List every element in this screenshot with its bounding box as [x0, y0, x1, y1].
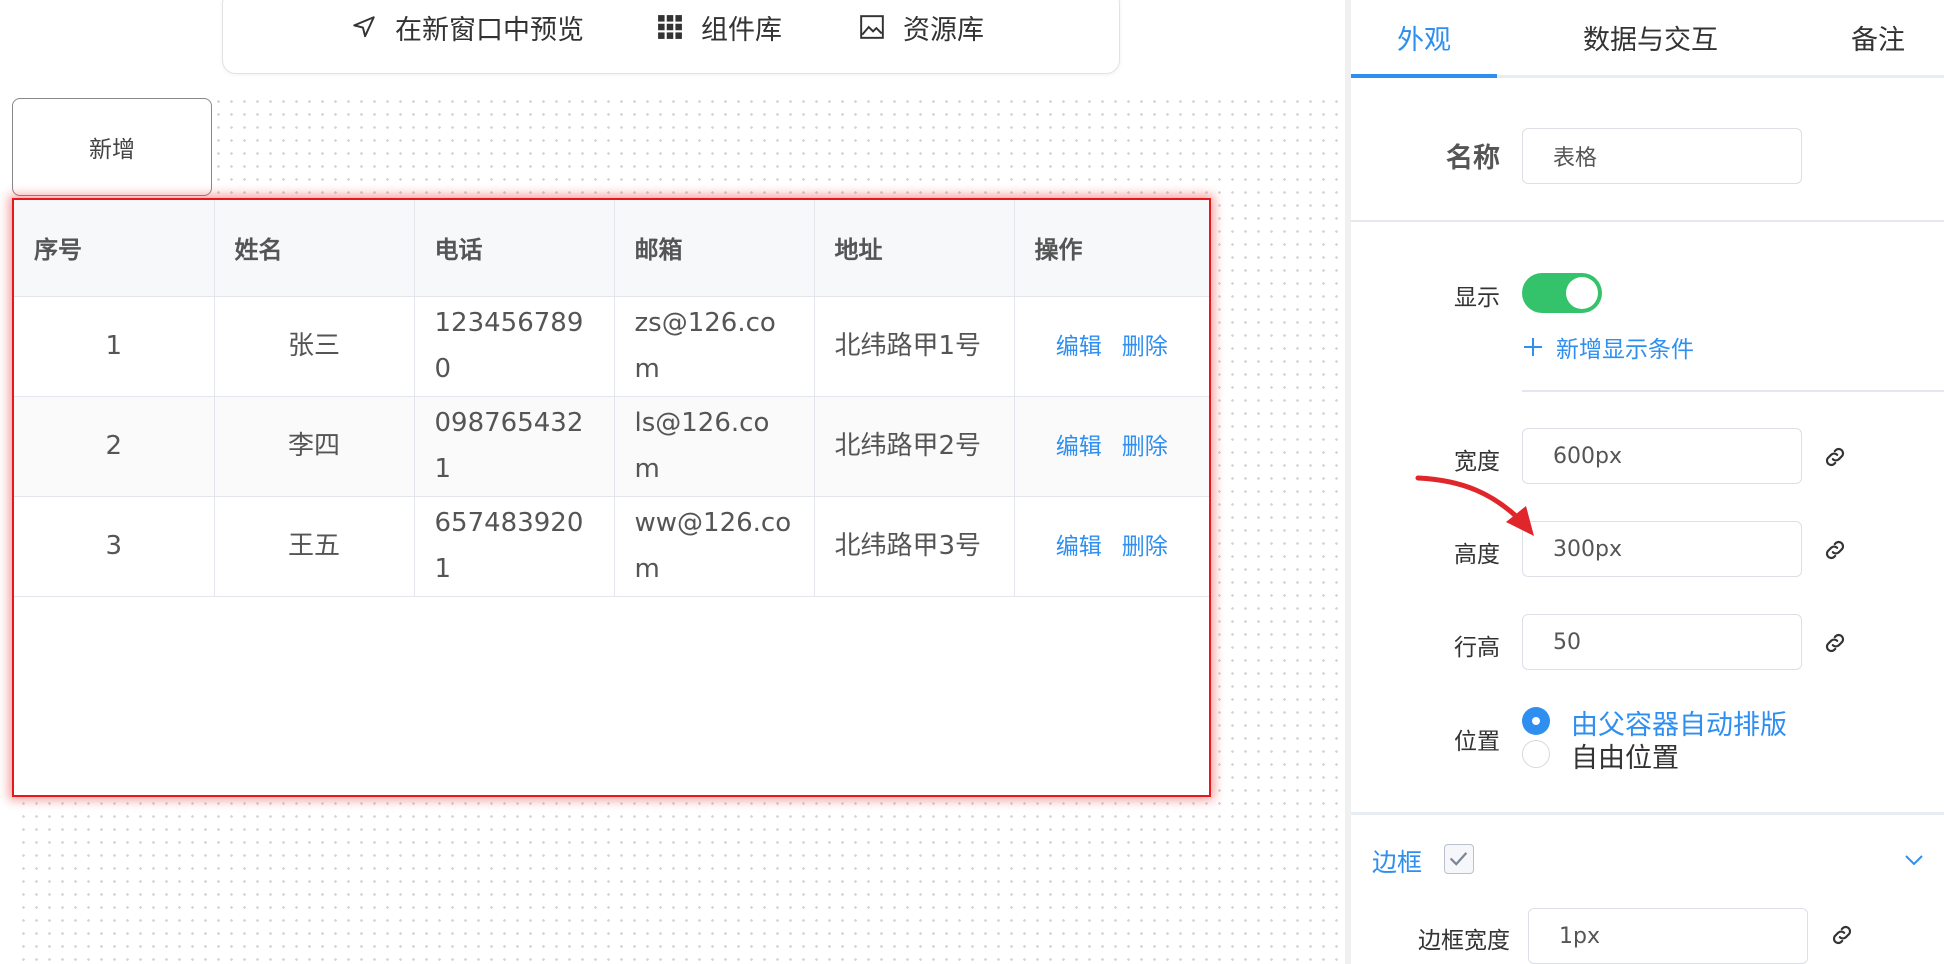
tab-notes[interactable]: 备注: [1851, 18, 1905, 57]
tab-appearance[interactable]: 外观: [1397, 18, 1451, 57]
column-header: 序号: [14, 200, 215, 297]
cell-phone: 1234567890: [414, 296, 615, 397]
cell-name: 王五: [214, 496, 415, 597]
cell-index: 2: [14, 396, 215, 497]
active-tab-indicator: [1351, 74, 1497, 78]
selected-table-component[interactable]: 序号 姓名 电话 邮箱 地址 操作 1 张三 1234567890 zs@126…: [12, 198, 1211, 797]
components-label: 组件库: [701, 14, 782, 46]
border-section-label[interactable]: 边框: [1372, 843, 1422, 879]
resource-library-button[interactable]: 资源库: [859, 5, 984, 49]
column-header: 姓名: [214, 200, 415, 297]
cell-name: 张三: [214, 296, 415, 397]
preview-label: 在新窗口中预览: [395, 14, 584, 46]
cell-email: ls@126.com: [614, 396, 815, 497]
cell-phone: 0987654321: [414, 396, 615, 497]
cell-email: zs@126.com: [614, 296, 815, 397]
grid-icon: [658, 15, 682, 39]
link-icon[interactable]: [1829, 922, 1855, 948]
add-condition-label: 新增显示条件: [1556, 337, 1694, 363]
width-input[interactable]: [1522, 428, 1802, 484]
radio-free-position[interactable]: [1522, 740, 1550, 768]
chevron-down-icon[interactable]: [1902, 848, 1926, 872]
top-toolbar: 在新窗口中预览 组件库 资源库: [222, 0, 1120, 74]
delete-link[interactable]: 删除: [1122, 334, 1168, 360]
cell-address: 北纬路甲2号: [814, 396, 1015, 497]
data-table: 序号 姓名 电话 邮箱 地址 操作 1 张三 1234567890 zs@126…: [14, 200, 1209, 597]
delete-link[interactable]: 删除: [1122, 534, 1168, 560]
cell-index: 3: [14, 496, 215, 597]
cell-address: 北纬路甲3号: [814, 496, 1015, 597]
cell-actions: 编辑 删除: [1014, 396, 1209, 497]
add-visibility-condition-link[interactable]: 新增显示条件: [1522, 330, 1694, 364]
annotation-arrow-icon: [1415, 475, 1534, 536]
border-width-label: 边框宽度: [1418, 928, 1510, 954]
row-height-input[interactable]: [1522, 614, 1802, 670]
cell-email: ww@126.com: [614, 496, 815, 597]
cell-index: 1: [14, 296, 215, 397]
divider: [1351, 220, 1944, 222]
image-icon: [860, 15, 884, 39]
panel-tabs: 外观 数据与交互 备注: [1351, 0, 1944, 78]
link-icon[interactable]: [1822, 537, 1848, 563]
delete-link[interactable]: 删除: [1122, 434, 1168, 460]
row-height-label: 行高: [1454, 635, 1500, 661]
table-row: 1 张三 1234567890 zs@126.com 北纬路甲1号 编辑 删除: [14, 296, 1209, 397]
table-header-row: 序号 姓名 电话 邮箱 地址 操作: [14, 200, 1209, 297]
column-header: 电话: [414, 200, 615, 297]
check-icon: [1449, 852, 1468, 866]
visible-toggle[interactable]: [1522, 273, 1602, 313]
navigate-arrow-icon: [353, 16, 375, 38]
resources-label: 资源库: [903, 14, 984, 46]
height-input[interactable]: [1522, 521, 1802, 577]
plus-icon: [1524, 338, 1542, 356]
edit-link[interactable]: 编辑: [1056, 534, 1102, 560]
preview-new-window-button[interactable]: 在新窗口中预览: [351, 5, 584, 49]
link-icon[interactable]: [1822, 630, 1848, 656]
cell-actions: 编辑 删除: [1014, 296, 1209, 397]
tab-data-interaction[interactable]: 数据与交互: [1583, 18, 1718, 57]
toggle-knob: [1566, 277, 1598, 309]
add-button[interactable]: 新增: [12, 98, 212, 196]
edit-link[interactable]: 编辑: [1056, 334, 1102, 360]
visible-label: 显示: [1454, 285, 1500, 311]
component-library-button[interactable]: 组件库: [657, 5, 782, 49]
border-checkbox[interactable]: [1444, 844, 1474, 874]
table-row: 3 王五 6574839201 ww@126.com 北纬路甲3号 编辑 删除: [14, 496, 1209, 597]
canvas-left-margin: [0, 0, 12, 964]
column-header: 地址: [814, 200, 1015, 297]
column-header: 邮箱: [614, 200, 815, 297]
link-icon[interactable]: [1822, 444, 1848, 470]
cell-phone: 6574839201: [414, 496, 615, 597]
cell-actions: 编辑 删除: [1014, 496, 1209, 597]
table-row: 2 李四 0987654321 ls@126.com 北纬路甲2号 编辑 删除: [14, 396, 1209, 497]
column-header: 操作: [1014, 200, 1209, 297]
free-position-option-label[interactable]: 自由位置: [1571, 736, 1679, 775]
name-input[interactable]: [1522, 128, 1802, 184]
cell-address: 北纬路甲1号: [814, 296, 1015, 397]
name-label: 名称: [1446, 143, 1500, 174]
divider: [1522, 390, 1944, 392]
cell-name: 李四: [214, 396, 415, 497]
position-label: 位置: [1454, 729, 1500, 755]
border-width-input[interactable]: [1528, 908, 1808, 964]
edit-link[interactable]: 编辑: [1056, 434, 1102, 460]
radio-auto-layout[interactable]: [1522, 707, 1550, 735]
